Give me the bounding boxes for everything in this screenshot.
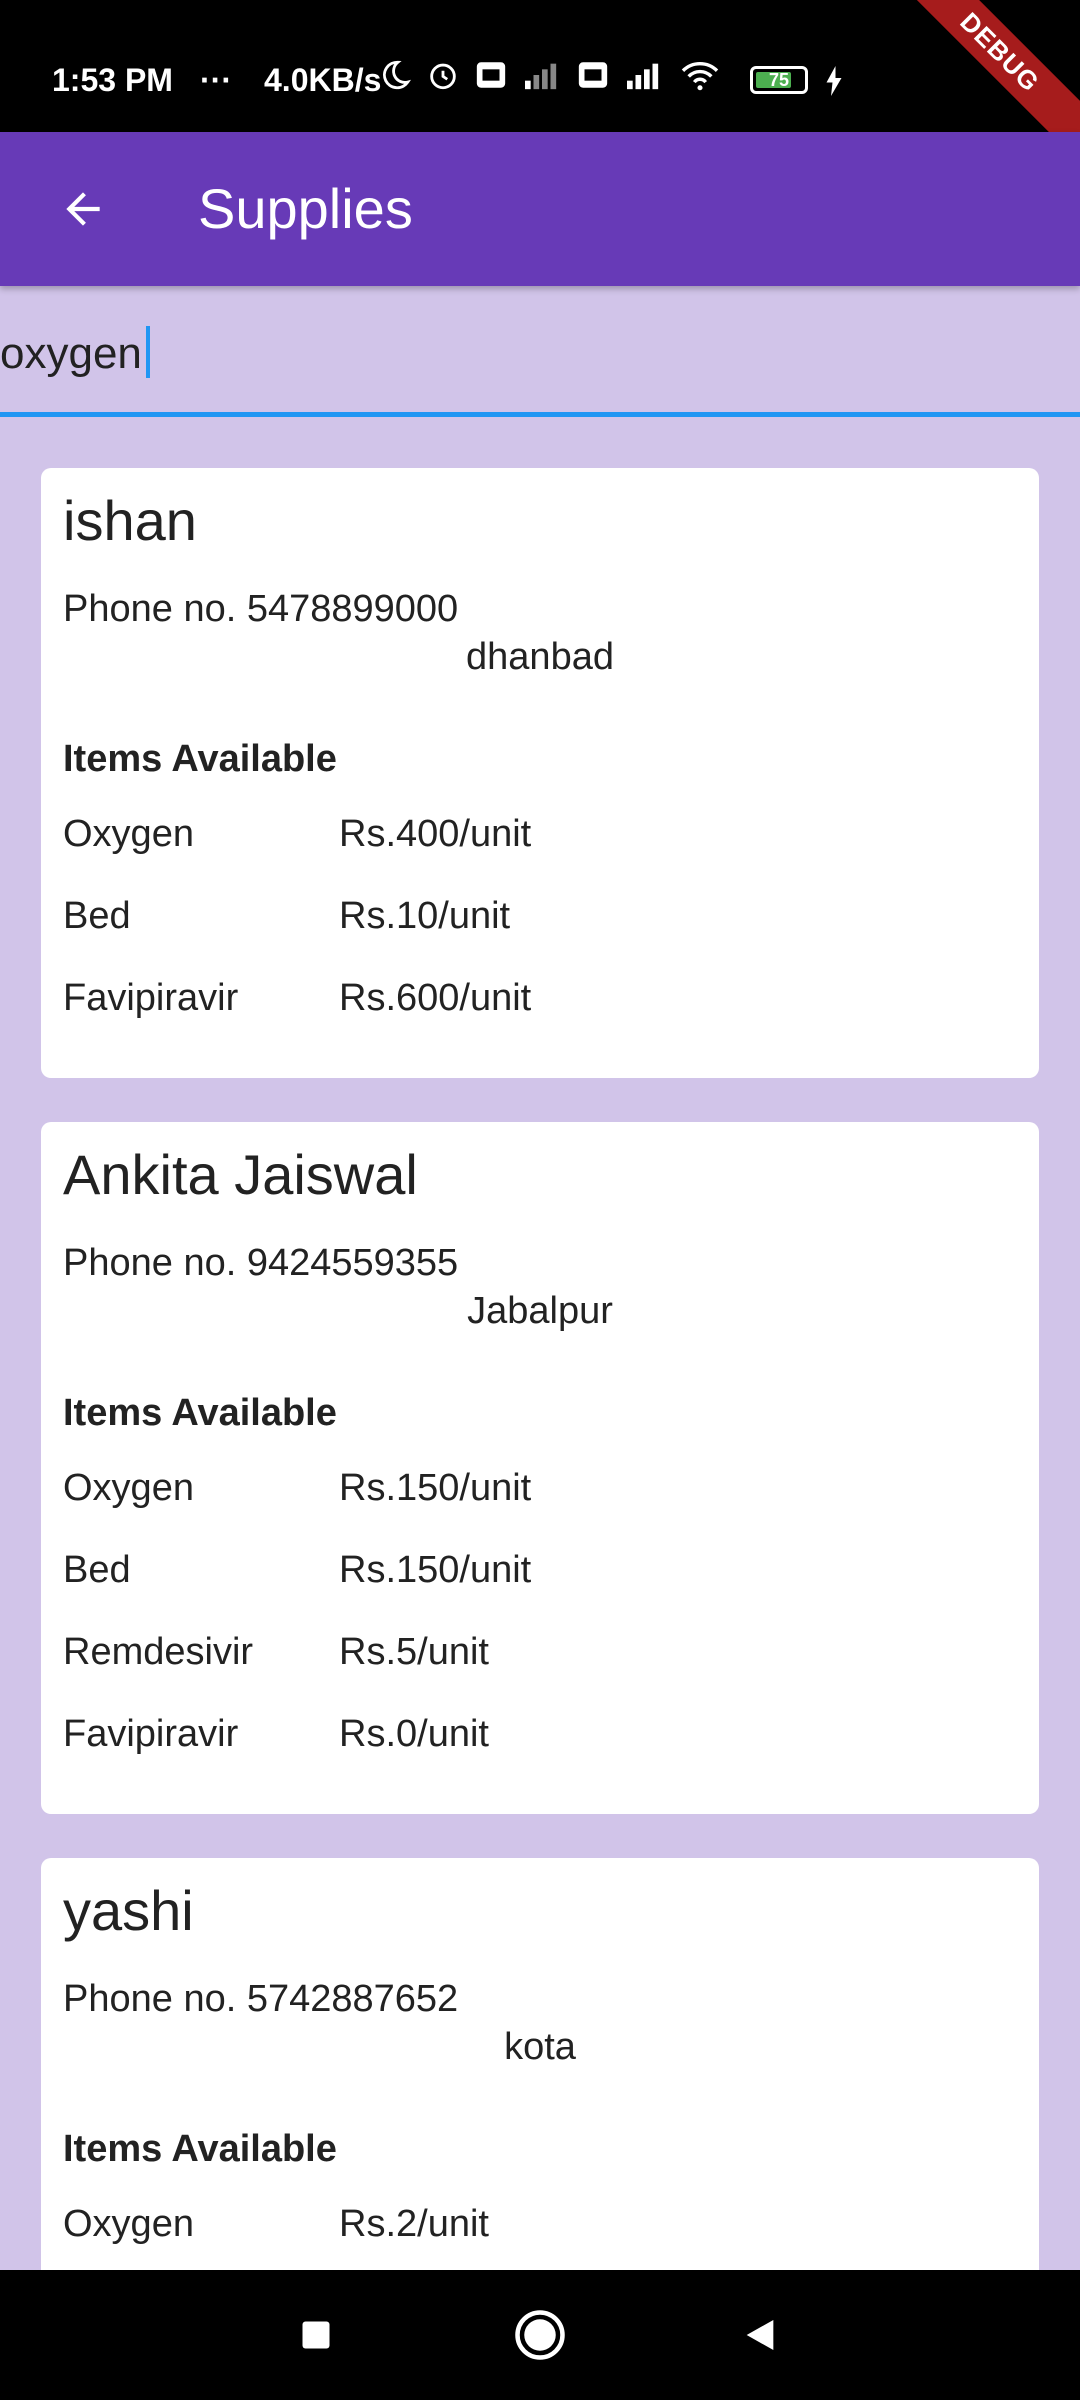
circle-icon: [515, 2310, 565, 2360]
item-price: Rs.150/unit: [339, 1467, 532, 1509]
back-nav-button[interactable]: [720, 2300, 800, 2370]
moon-icon: [383, 60, 412, 90]
item-price: Rs.10/unit: [339, 895, 511, 937]
supplier-phone: Phone no. 5742887652: [63, 1978, 459, 2020]
status-icons: [378, 58, 722, 92]
item-price: Rs.2/unit: [339, 2203, 489, 2245]
arrow-left-icon: [66, 192, 100, 226]
battery-level-text: 75: [768, 70, 790, 90]
item-name: Bed: [63, 895, 131, 937]
volte-icon: [476, 62, 506, 88]
item-name: Oxygen: [63, 2203, 194, 2245]
items-heading: Items Available: [63, 1392, 337, 1434]
signal-icon: [525, 63, 557, 90]
network-speed: 4.0KB/s: [264, 62, 382, 98]
item-price: Rs.600/unit: [339, 977, 532, 1019]
app-bar: Supplies: [0, 132, 1080, 286]
item-name: Favipiravir: [63, 1713, 239, 1755]
supplier-card[interactable]: yashi Phone no. 5742887652 kota Items Av…: [41, 1858, 1039, 2270]
supplier-card[interactable]: ishan Phone no. 5478899000 dhanbad Items…: [41, 468, 1039, 1078]
item-name: Bed: [63, 1549, 131, 1591]
supplier-name: Ankita Jaiswal: [63, 1143, 418, 1206]
supplier-city: dhanbad: [466, 636, 614, 678]
system-nav-bar: [0, 2270, 1080, 2400]
item-price: Rs.400/unit: [339, 813, 532, 855]
alarm-icon: [430, 63, 456, 90]
supplier-card[interactable]: Ankita Jaiswal Phone no. 9424559355 Jaba…: [41, 1122, 1039, 1814]
item-name: Oxygen: [63, 1467, 194, 1509]
square-icon: [302, 2321, 330, 2349]
items-heading: Items Available: [63, 2128, 337, 2170]
back-button[interactable]: [40, 166, 126, 252]
item-name: Oxygen: [63, 813, 194, 855]
search-underline: [0, 412, 1080, 417]
status-bar: 1:53 PM ··· 4.0KB/s 75 DEBUG: [0, 0, 1080, 174]
text-cursor: [146, 326, 150, 378]
charging-icon: [826, 66, 842, 96]
supplier-name: ishan: [63, 489, 197, 552]
supplier-city: Jabalpur: [467, 1290, 613, 1332]
supplier-phone: Phone no. 5478899000: [63, 588, 459, 630]
items-heading: Items Available: [63, 738, 337, 780]
volte-icon-2: [578, 62, 608, 88]
search-input[interactable]: [0, 324, 1080, 384]
status-time: 1:53 PM: [52, 62, 173, 98]
item-price: Rs.0/unit: [339, 1713, 489, 1755]
battery-icon: 75: [750, 66, 808, 94]
signal-4g-icon: [627, 63, 659, 90]
item-price: Rs.150/unit: [339, 1549, 532, 1591]
item-price: Rs.5/unit: [339, 1631, 489, 1673]
page-title: Supplies: [198, 177, 413, 240]
supplier-phone: Phone no. 9424559355: [63, 1242, 459, 1284]
search-field: [0, 286, 1080, 417]
supplier-name: yashi: [63, 1879, 194, 1942]
recents-button[interactable]: [276, 2300, 356, 2370]
wifi-icon: [681, 62, 719, 91]
item-name: Favipiravir: [63, 977, 239, 1019]
home-button[interactable]: [500, 2300, 580, 2370]
triangle-back-icon: [746, 2320, 774, 2350]
supplier-city: kota: [504, 2026, 576, 2068]
status-dots: ···: [200, 62, 232, 98]
item-name: Remdesivir: [63, 1631, 254, 1673]
